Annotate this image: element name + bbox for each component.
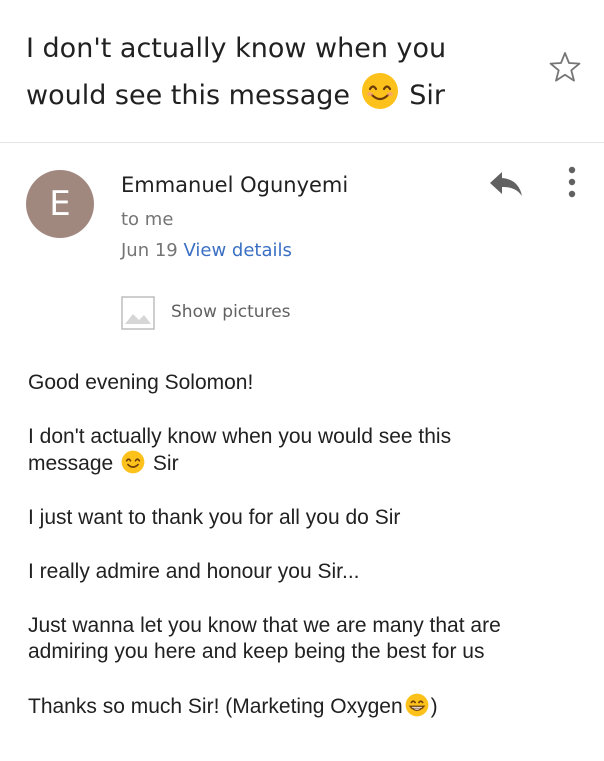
body-paragraph: I really admire and honour you Sir... <box>28 560 360 583</box>
email-meta: Jun 19 View details <box>121 240 292 261</box>
body-line: ) <box>430 695 438 718</box>
body-line: I don't actually know when you would see… <box>28 425 452 448</box>
more-vert-icon[interactable] <box>560 162 584 202</box>
body-line: Thanks so much Sir! (Marketing Oxygen <box>28 695 403 718</box>
subject-line-2: would see this message <box>26 80 350 111</box>
email-subject: I don't actually know when you would see … <box>26 26 526 119</box>
body-paragraph: Just wanna let you know that we are many… <box>28 613 588 665</box>
recipient-label[interactable]: to me <box>121 209 173 230</box>
subject-suffix: Sir <box>409 80 445 111</box>
body-line: Sir <box>152 452 179 475</box>
body-paragraph: I just want to thank you for all you do … <box>28 506 401 529</box>
star-icon[interactable] <box>548 50 582 84</box>
body-signoff: Thanks so much Sir! (Marketing Oxygen) <box>28 693 588 720</box>
avatar: E <box>26 170 94 238</box>
body-line: admiring you here and keep being the bes… <box>28 640 485 663</box>
body-paragraph: I don't actually know when you would see… <box>28 424 588 477</box>
smiling-face-icon <box>361 72 399 110</box>
subject-bar: I don't actually know when you would see … <box>0 0 604 143</box>
show-pictures-label: Show pictures <box>171 302 291 322</box>
body-line: message <box>28 452 114 475</box>
body-line: Just wanna let you know that we are many… <box>28 614 501 637</box>
email-body: Good evening Solomon! I don't actually k… <box>28 370 588 748</box>
grinning-face-icon <box>405 693 429 717</box>
subject-line-1: I don't actually know when you <box>26 33 447 64</box>
body-greeting: Good evening Solomon! <box>28 371 254 394</box>
view-details-link[interactable]: View details <box>184 240 292 261</box>
image-placeholder-icon <box>121 296 155 330</box>
email-date: Jun 19 <box>121 240 178 261</box>
reply-icon[interactable] <box>486 168 526 200</box>
sender-name: Emmanuel Ogunyemi <box>121 173 349 197</box>
smiling-face-icon <box>121 450 145 474</box>
